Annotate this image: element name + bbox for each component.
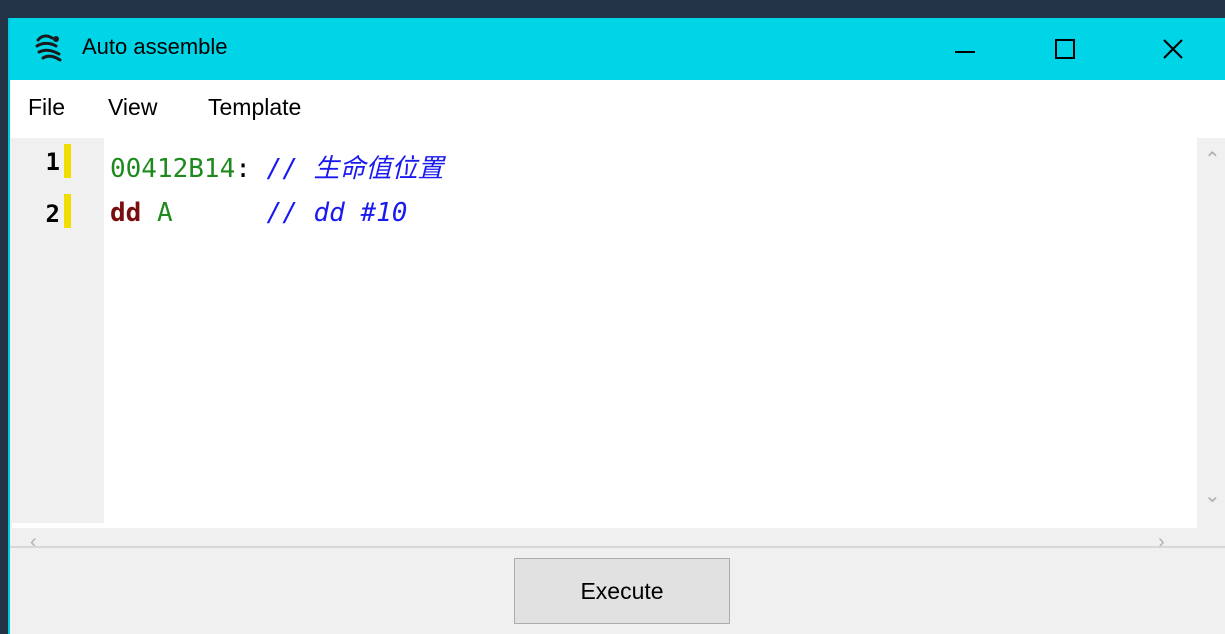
menu-template[interactable]: Template <box>208 94 301 121</box>
line-number: 2 <box>45 200 60 228</box>
code-keyword: dd <box>110 198 142 228</box>
close-button[interactable] <box>1127 18 1219 80</box>
menu-file[interactable]: File <box>28 94 65 121</box>
code-address: 00412B14 <box>110 154 236 184</box>
close-icon <box>1163 39 1183 59</box>
code-comment: // dd #10 <box>266 198 408 228</box>
menu-bar: File View Template <box>10 80 1225 138</box>
horizontal-scrollbar[interactable]: ‹ › <box>12 528 1197 560</box>
title-bar[interactable]: Auto assemble <box>10 18 1225 80</box>
maximize-icon <box>1055 39 1075 59</box>
line-number-gutter: 1 2 <box>12 138 74 523</box>
window-title: Auto assemble <box>82 34 228 59</box>
code-line-2[interactable]: dd A // dd #10 <box>110 198 407 228</box>
auto-assemble-window: Auto assemble File View Template 1 2 004… <box>8 18 1225 634</box>
fold-margin <box>74 138 104 523</box>
cheat-engine-icon <box>35 34 62 62</box>
vertical-scrollbar[interactable]: ⌃ ⌄ <box>1197 138 1225 528</box>
scroll-right-icon[interactable]: › <box>1158 532 1165 552</box>
scroll-up-icon[interactable]: ⌃ <box>1204 150 1221 170</box>
scrollbar-corner <box>1197 528 1225 560</box>
code-spacing <box>173 198 267 228</box>
minimize-icon <box>955 51 975 53</box>
menu-view[interactable]: View <box>108 94 157 121</box>
code-operand: A <box>156 198 173 228</box>
code-line-1[interactable]: 00412B14: // 生命值位置 <box>110 148 444 185</box>
change-marker <box>64 194 71 228</box>
code-editor[interactable]: 1 2 00412B14: // 生命值位置 dd A // dd #10 <box>12 138 1197 528</box>
scroll-left-icon[interactable]: ‹ <box>30 532 37 552</box>
scroll-down-icon[interactable]: ⌄ <box>1204 486 1221 506</box>
code-comment: // 生命值位置 <box>266 154 444 184</box>
minimize-button[interactable] <box>919 18 1011 80</box>
divider <box>10 546 1225 548</box>
change-marker <box>64 144 71 178</box>
execute-button[interactable]: Execute <box>514 558 730 624</box>
maximize-button[interactable] <box>1019 18 1111 80</box>
code-colon: : <box>235 154 251 184</box>
line-number: 1 <box>45 148 60 176</box>
